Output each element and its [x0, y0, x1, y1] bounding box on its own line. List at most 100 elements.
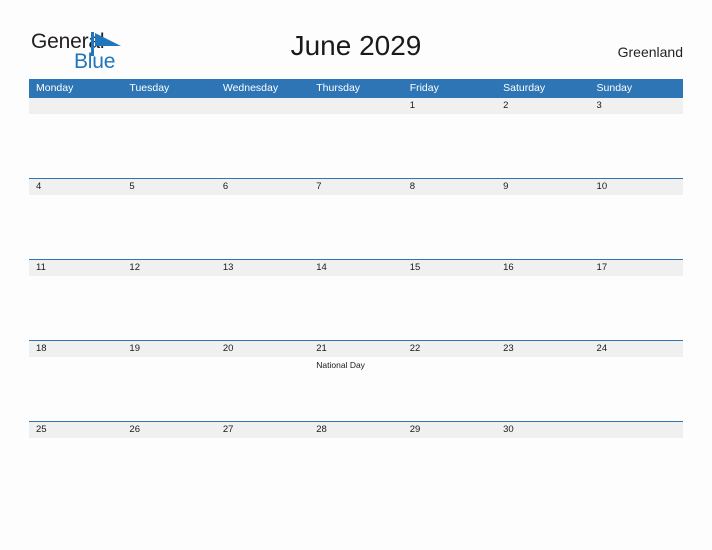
- day-cell[interactable]: [309, 276, 402, 340]
- week-body-row: National Day: [29, 357, 683, 421]
- day-cell[interactable]: [216, 276, 309, 340]
- day-number[interactable]: 7: [309, 179, 402, 195]
- day-number[interactable]: 8: [403, 179, 496, 195]
- day-number[interactable]: 19: [122, 341, 215, 357]
- calendar-week-row: 123: [29, 97, 683, 178]
- day-number[interactable]: [590, 422, 683, 438]
- holiday-event: National Day: [316, 360, 365, 370]
- day-number[interactable]: 25: [29, 422, 122, 438]
- day-number[interactable]: 18: [29, 341, 122, 357]
- day-cell[interactable]: [122, 195, 215, 259]
- day-number[interactable]: 15: [403, 260, 496, 276]
- calendar-grid: Monday Tuesday Wednesday Thursday Friday Satu…: [29, 79, 683, 502]
- country-label: Greenland: [617, 44, 683, 60]
- weekday-header-saturday: Saturday: [503, 82, 546, 94]
- week-date-band: 11 12 13 14 15 16 17: [29, 259, 683, 276]
- calendar-week-row: 18 19 20 21 22 23 24 National Day: [29, 340, 683, 421]
- day-number[interactable]: [122, 98, 215, 114]
- day-cell[interactable]: [496, 195, 589, 259]
- day-cell[interactable]: [403, 438, 496, 502]
- week-date-band: 25 26 27 28 29 30: [29, 421, 683, 438]
- day-cell[interactable]: [403, 114, 496, 178]
- day-cell[interactable]: [309, 195, 402, 259]
- weekday-header-tuesday: Tuesday: [129, 82, 170, 94]
- day-number[interactable]: 24: [590, 341, 683, 357]
- calendar-weeks: 1 2 3 4 5 6 7 8 9 10 11 12 13 14 15 16 17 18 19 20 21 22 23 24 N…: [29, 97, 683, 502]
- day-cell[interactable]: [29, 114, 122, 178]
- day-cell[interactable]: [216, 438, 309, 502]
- day-number[interactable]: 5: [122, 179, 215, 195]
- day-number[interactable]: 11: [29, 260, 122, 276]
- day-cell[interactable]: [122, 438, 215, 502]
- day-cell[interactable]: [122, 357, 215, 421]
- day-number[interactable]: 28: [309, 422, 402, 438]
- week-body-row: [29, 276, 683, 340]
- day-number[interactable]: 16: [496, 260, 589, 276]
- day-cell[interactable]: [590, 114, 683, 178]
- day-number[interactable]: 21: [309, 341, 402, 357]
- calendar-week-row: 25 26 27 28 29 30: [29, 421, 683, 502]
- week-date-band: 123: [29, 97, 683, 114]
- day-cell[interactable]: [496, 357, 589, 421]
- day-number[interactable]: 14: [309, 260, 402, 276]
- weekday-header-wednesday: Wednesday: [222, 82, 279, 94]
- day-cell[interactable]: [496, 438, 589, 502]
- week-date-band: 4 5 6 7 8 9 10: [29, 178, 683, 195]
- page-header: General Blue June 2029 Greenland: [0, 0, 712, 76]
- day-number[interactable]: 23: [496, 341, 589, 357]
- day-number[interactable]: 3: [590, 98, 683, 114]
- day-cell[interactable]: [29, 357, 122, 421]
- day-number[interactable]: 17: [590, 260, 683, 276]
- day-cell[interactable]: [29, 195, 122, 259]
- day-cell[interactable]: [216, 195, 309, 259]
- week-date-band: 18 19 20 21 22 23 24: [29, 340, 683, 357]
- day-cell[interactable]: [403, 276, 496, 340]
- weekday-header-monday: Monday: [36, 82, 74, 94]
- day-number[interactable]: [309, 98, 402, 114]
- weekday-header-thursday: Thursday: [316, 82, 361, 94]
- day-cell[interactable]: [29, 276, 122, 340]
- day-cell[interactable]: [590, 195, 683, 259]
- week-body-row: [29, 195, 683, 259]
- day-cell[interactable]: National Day: [309, 357, 402, 421]
- day-number[interactable]: 20: [216, 341, 309, 357]
- day-number[interactable]: 27: [216, 422, 309, 438]
- day-number[interactable]: [29, 98, 122, 114]
- day-cell[interactable]: [590, 438, 683, 502]
- day-number[interactable]: 12: [122, 260, 215, 276]
- day-number[interactable]: 2: [496, 98, 589, 114]
- day-number[interactable]: 10: [590, 179, 683, 195]
- day-cell[interactable]: [403, 195, 496, 259]
- day-number[interactable]: 6: [216, 179, 309, 195]
- day-cell[interactable]: [122, 276, 215, 340]
- day-cell[interactable]: [496, 276, 589, 340]
- weekday-header-row: Monday Tuesday Wednesday Thursday Friday Satu…: [29, 79, 683, 97]
- calendar-week-row: 4 5 6 7 8 9 10: [29, 178, 683, 259]
- day-number[interactable]: 30: [496, 422, 589, 438]
- day-cell[interactable]: [309, 438, 402, 502]
- day-cell[interactable]: [590, 276, 683, 340]
- day-cell[interactable]: [403, 357, 496, 421]
- weekday-header-friday: Friday: [409, 82, 439, 94]
- weekday-header-sunday: Sunday: [596, 82, 633, 94]
- day-number[interactable]: 29: [403, 422, 496, 438]
- day-number[interactable]: 26: [122, 422, 215, 438]
- day-number[interactable]: 4: [29, 179, 122, 195]
- calendar-page: General Blue June 2029 Greenland Monday T…: [0, 0, 712, 550]
- calendar-week-row: 11 12 13 14 15 16 17: [29, 259, 683, 340]
- day-number[interactable]: 13: [216, 260, 309, 276]
- day-cell[interactable]: [122, 114, 215, 178]
- week-body-row: [29, 438, 683, 502]
- day-cell[interactable]: [496, 114, 589, 178]
- week-body-row: [29, 114, 683, 178]
- day-cell[interactable]: [29, 438, 122, 502]
- day-number[interactable]: [216, 98, 309, 114]
- day-cell[interactable]: [216, 114, 309, 178]
- day-number[interactable]: 22: [403, 341, 496, 357]
- day-number[interactable]: 1: [403, 98, 496, 114]
- page-title: June 2029: [290, 30, 422, 61]
- day-cell[interactable]: [590, 357, 683, 421]
- day-number[interactable]: 9: [496, 179, 589, 195]
- day-cell[interactable]: [309, 114, 402, 178]
- day-cell[interactable]: [216, 357, 309, 421]
